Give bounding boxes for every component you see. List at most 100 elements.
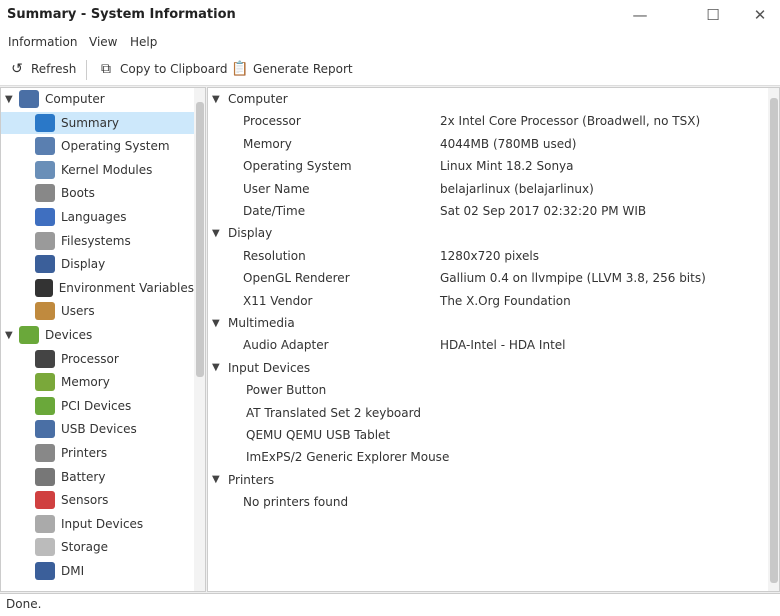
- sidebar-tree: ▼ Computer Summary Operating System Kernel M…: [0, 87, 206, 592]
- field-value: The X.Org Foundation: [440, 293, 571, 308]
- status-bar: Done.: [0, 593, 780, 616]
- close-button[interactable]: ✕: [745, 4, 775, 26]
- detail-row: X11 Vendor The X.Org Foundation: [208, 290, 763, 312]
- minimize-button[interactable]: —: [625, 4, 655, 26]
- sidebar-item-printers[interactable]: Printers: [1, 442, 194, 464]
- menu-help[interactable]: Help: [130, 35, 157, 49]
- copy-to-clipboard-button[interactable]: ⧉ Copy to Clipboard: [98, 61, 227, 77]
- sidebar-item-kernel-modules[interactable]: Kernel Modules: [1, 159, 194, 181]
- sidebar-item-display[interactable]: Display: [1, 253, 194, 275]
- field-value: 1280x720 pixels: [440, 248, 540, 263]
- list-item: Power Button: [208, 379, 763, 401]
- boots-icon: [35, 184, 55, 203]
- detail-row: Memory 4044MB (780MB used): [208, 133, 763, 155]
- sidebar-item-input-devices[interactable]: Input Devices: [1, 513, 194, 535]
- detail-row: Processor 2x Intel Core Processor (Broadw…: [208, 110, 763, 132]
- display-icon: [35, 255, 55, 274]
- field-value: HDA-Intel - HDA Intel: [440, 338, 566, 353]
- sidebar-item-label: Sensors: [61, 493, 109, 508]
- sidebar-item-summary[interactable]: Summary: [1, 111, 194, 134]
- sensors-icon: [35, 491, 55, 510]
- collapse-arrow-icon[interactable]: ▼: [212, 362, 226, 373]
- sidebar-item-languages[interactable]: Languages: [1, 206, 194, 228]
- field-label: X11 Vendor: [243, 293, 313, 308]
- sidebar-item-battery[interactable]: Battery: [1, 466, 194, 488]
- refresh-label: Refresh: [31, 62, 77, 76]
- languages-icon: [35, 208, 55, 226]
- menu-view[interactable]: View: [89, 35, 117, 49]
- sidebar-item-label: Kernel Modules: [61, 162, 153, 177]
- generate-report-button[interactable]: 📋 Generate Report: [231, 61, 353, 77]
- section-title: Printers: [228, 472, 275, 487]
- dmi-icon: [35, 562, 55, 580]
- list-item: QEMU QEMU USB Tablet: [208, 424, 763, 446]
- details-scroll-thumb[interactable]: [770, 98, 778, 583]
- sidebar-item-label: Filesystems: [61, 233, 131, 248]
- sidebar-item-label: DMI: [61, 564, 85, 578]
- field-label: No printers found: [243, 495, 349, 510]
- section-header: ▼ Display: [208, 222, 763, 244]
- sidebar-item-usb-devices[interactable]: USB Devices: [1, 418, 194, 440]
- sidebar-item-label: Devices: [45, 328, 93, 342]
- maximize-button[interactable]: ☐: [698, 4, 728, 26]
- detail-row: Operating System Linux Mint 18.2 Sonya: [208, 155, 763, 177]
- sidebar-item-processor[interactable]: Processor: [1, 348, 194, 370]
- collapse-arrow-icon[interactable]: ▼: [212, 474, 226, 485]
- sidebar-item-label: Processor: [61, 351, 119, 366]
- section-title: Computer: [228, 92, 288, 106]
- list-item: ImExPS/2 Generic Explorer Mouse: [208, 446, 763, 468]
- details-scrollbar[interactable]: [768, 88, 779, 591]
- detail-row: Audio Adapter HDA-Intel - HDA Intel: [208, 334, 763, 356]
- environment-variables-icon: [35, 278, 53, 297]
- sidebar-item-label: Users: [61, 304, 95, 319]
- sidebar-scrollbar[interactable]: [194, 88, 205, 591]
- expand-arrow-icon[interactable]: ▼: [5, 94, 19, 105]
- menu-bar: Information View Help: [0, 30, 780, 54]
- field-value: Sat 02 Sep 2017 02:32:20 PM WIB: [440, 204, 647, 218]
- refresh-button[interactable]: ↺ Refresh: [9, 61, 76, 77]
- report-label: Generate Report: [253, 62, 353, 76]
- sidebar-item-memory[interactable]: Memory: [1, 371, 194, 393]
- sidebar-item-sensors[interactable]: Sensors: [1, 489, 194, 511]
- refresh-icon: ↺: [11, 61, 23, 77]
- collapse-arrow-icon[interactable]: ▼: [212, 318, 226, 329]
- sidebar-item-environment-variables[interactable]: Environment Variables: [1, 277, 194, 299]
- field-label: Memory: [243, 136, 292, 151]
- sidebar-item-dmi[interactable]: DMI: [1, 560, 194, 582]
- expand-arrow-icon[interactable]: ▼: [5, 330, 19, 341]
- title-bar: Summary - System Information — ☐ ✕: [0, 0, 780, 30]
- printers-icon: [35, 444, 55, 462]
- menu-information[interactable]: Information: [8, 35, 77, 49]
- collapse-arrow-icon[interactable]: ▼: [212, 228, 226, 239]
- battery-icon: [35, 467, 55, 486]
- sidebar-scroll-thumb[interactable]: [196, 102, 204, 377]
- field-value: 2x Intel Core Processor (Broadwell, no T…: [440, 114, 701, 129]
- sidebar-item-label: Languages: [61, 210, 127, 224]
- field-label: Resolution: [243, 248, 306, 263]
- sidebar-item-devices[interactable]: ▼ Devices: [1, 324, 194, 346]
- sidebar-item-filesystems[interactable]: Filesystems: [1, 230, 194, 252]
- sidebar-item-operating-system[interactable]: Operating System: [1, 135, 194, 157]
- sidebar-item-label: Memory: [61, 375, 110, 390]
- sidebar-item-users[interactable]: Users: [1, 300, 194, 322]
- details-panel: ▼ Computer Processor 2x Intel Core Processo…: [207, 87, 780, 592]
- field-value: belajarlinux (belajarlinux): [440, 181, 594, 196]
- collapse-arrow-icon[interactable]: ▼: [212, 94, 226, 105]
- detail-row: Date/Time Sat 02 Sep 2017 02:32:20 PM WIB: [208, 200, 763, 222]
- sidebar-item-pci-devices[interactable]: PCI Devices: [1, 395, 194, 417]
- filesystems-icon: [35, 231, 55, 250]
- sidebar-item-label: USB Devices: [61, 422, 137, 437]
- field-label: OpenGL Renderer: [243, 271, 350, 286]
- sidebar-item-storage[interactable]: Storage: [1, 536, 194, 558]
- field-label: Audio Adapter: [243, 338, 329, 353]
- copy-icon: ⧉: [101, 61, 111, 77]
- field-value: Linux Mint 18.2 Sonya: [440, 159, 574, 174]
- users-icon: [35, 302, 55, 321]
- field-label: User Name: [243, 181, 310, 196]
- detail-row: User Name belajarlinux (belajarlinux): [208, 178, 763, 200]
- sidebar-item-label: Operating System: [61, 139, 170, 154]
- sidebar-item-computer[interactable]: ▼ Computer: [1, 88, 194, 110]
- devices-icon: [19, 326, 39, 344]
- sidebar-item-boots[interactable]: Boots: [1, 182, 194, 204]
- copy-label: Copy to Clipboard: [120, 62, 228, 76]
